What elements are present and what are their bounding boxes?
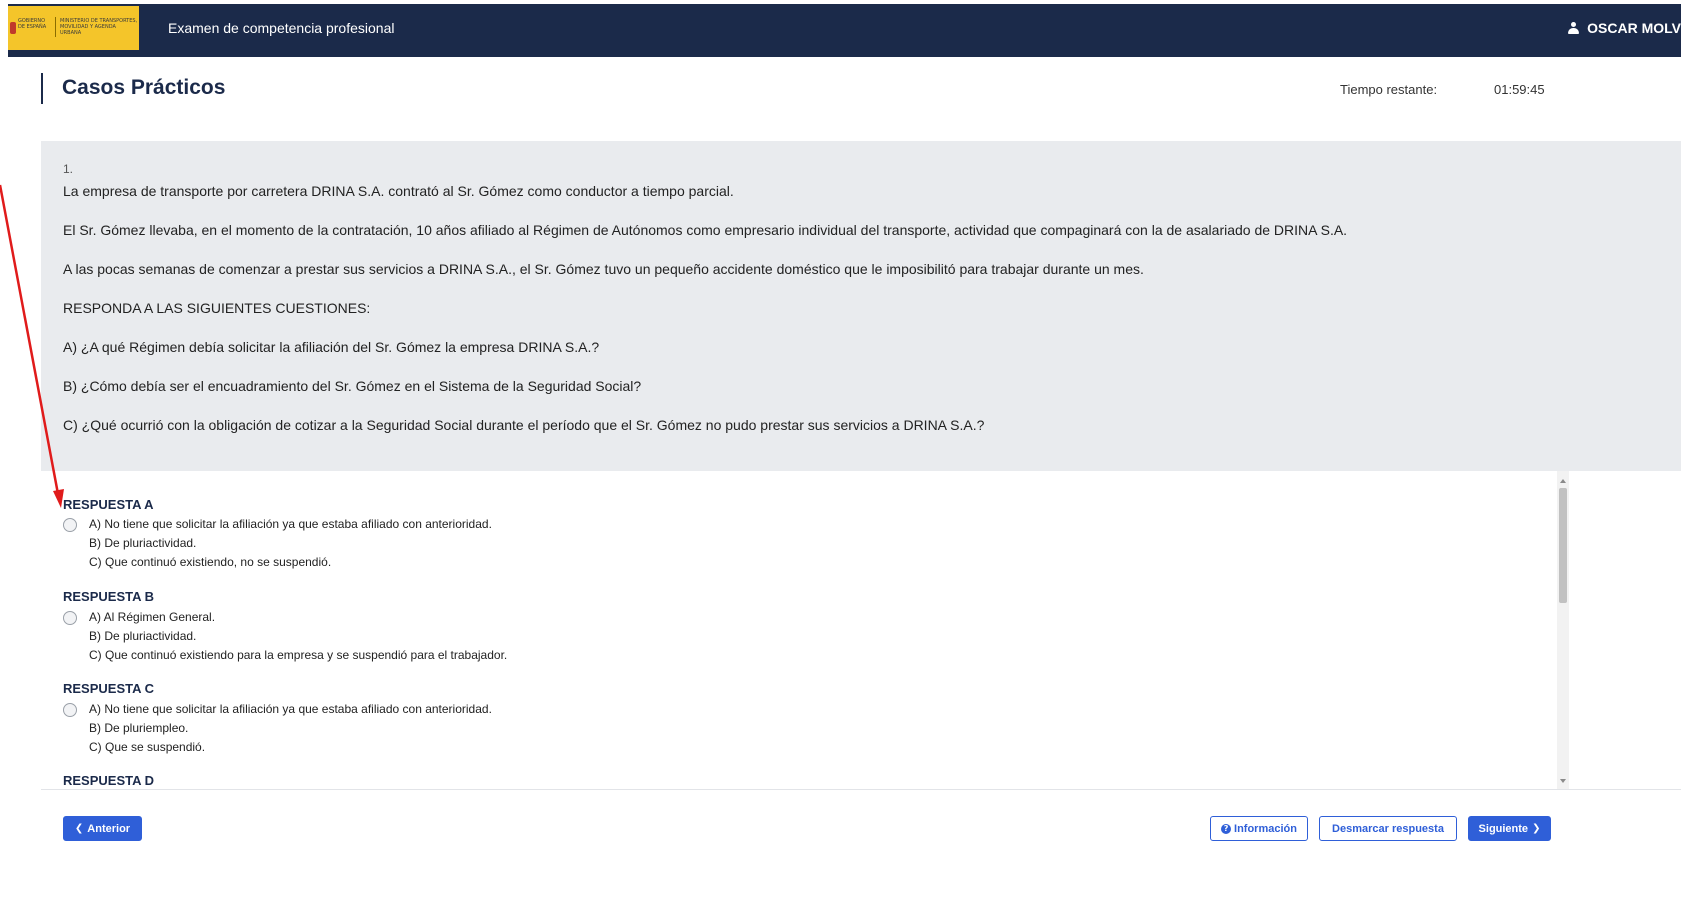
case-paragraph: La empresa de transporte por carretera D… <box>63 183 734 199</box>
government-logo: GOBIERNO DE ESPAÑA MINISTERIO DE TRANSPO… <box>8 6 139 50</box>
answers-scroll-area[interactable]: RESPUESTA A A) No tiene que solicitar la… <box>41 471 1681 789</box>
answer-c-radio[interactable] <box>63 703 77 717</box>
answer-b-line: B) De pluriactividad. <box>89 629 197 643</box>
answer-c-line: C) Que se suspendió. <box>89 740 206 754</box>
user-menu[interactable]: OSCAR MOLV <box>1568 20 1681 36</box>
logo-divider <box>55 17 56 37</box>
answer-b-line: A) Al Régimen General. <box>89 610 216 624</box>
unmark-answer-button[interactable]: Desmarcar respuesta <box>1319 816 1457 841</box>
question-a: A) ¿A qué Régimen debía solicitar la afi… <box>63 339 600 355</box>
case-paragraph: RESPONDA A LAS SIGUIENTES CUESTIONES: <box>63 300 371 316</box>
next-button[interactable]: Siguiente ❯ <box>1468 816 1551 841</box>
time-remaining-value: 01:59:45 <box>1494 82 1545 97</box>
logo-left-text: GOBIERNO DE ESPAÑA <box>18 18 47 30</box>
answer-b-title: RESPUESTA B <box>63 589 155 604</box>
answers-scrollbar[interactable] <box>1557 471 1569 789</box>
case-paragraph: El Sr. Gómez llevaba, en el momento de l… <box>63 222 1348 238</box>
time-remaining-label: Tiempo restante: <box>1340 82 1438 97</box>
footer-divider <box>41 789 1681 790</box>
question-b: B) ¿Cómo debía ser el encuadramiento del… <box>63 378 642 394</box>
answer-c-title: RESPUESTA C <box>63 681 155 696</box>
case-number: 1. <box>63 162 74 176</box>
information-button[interactable]: ? Información <box>1210 816 1308 841</box>
answer-c-line: B) De pluriempleo. <box>89 721 189 735</box>
answer-b-line: C) Que continuó existiendo para la empre… <box>89 648 508 662</box>
question-c: C) ¿Qué ocurrió con la obligación de cot… <box>63 417 985 433</box>
previous-button[interactable]: ❮ Anterior <box>63 816 142 841</box>
case-statement-panel: 1. La empresa de transporte por carreter… <box>41 141 1681 471</box>
chevron-left-icon: ❮ <box>74 823 84 834</box>
answer-c-line: A) No tiene que solicitar la afiliación … <box>89 702 492 716</box>
top-bar: GOBIERNO DE ESPAÑA MINISTERIO DE TRANSPO… <box>8 4 1681 57</box>
chevron-right-icon: ❯ <box>1532 823 1541 834</box>
page-title: Casos Prácticos <box>62 76 226 99</box>
answer-a-line: A) No tiene que solicitar la afiliación … <box>89 517 492 531</box>
user-icon <box>1568 22 1580 34</box>
user-name: OSCAR MOLV <box>1587 20 1681 36</box>
title-accent-bar <box>41 73 43 104</box>
unmark-answer-label: Desmarcar respuesta <box>1332 822 1444 835</box>
answer-a-line: C) Que continuó existiendo, no se suspen… <box>89 555 332 569</box>
coat-of-arms-icon <box>10 22 16 34</box>
scrollbar-thumb[interactable] <box>1559 488 1567 603</box>
answer-a-line: B) De pluriactividad. <box>89 536 197 550</box>
answer-b-radio[interactable] <box>63 611 77 625</box>
answer-a-title: RESPUESTA A <box>63 497 154 512</box>
logo-right-text: MINISTERIO DE TRANSPORTES, MOVILIDAD Y A… <box>60 18 138 36</box>
answer-a-radio[interactable] <box>63 518 77 532</box>
answer-d-title: RESPUESTA D <box>63 773 155 788</box>
scroll-up-arrow-icon[interactable] <box>1560 479 1566 483</box>
scroll-down-arrow-icon[interactable] <box>1560 779 1566 783</box>
app-title: Examen de competencia profesional <box>168 20 395 36</box>
information-label: Información <box>1234 822 1297 835</box>
previous-label: Anterior <box>87 822 131 835</box>
question-circle-icon: ? <box>1221 823 1232 834</box>
next-label: Siguiente <box>1478 822 1529 835</box>
case-paragraph: A las pocas semanas de comenzar a presta… <box>63 261 1144 277</box>
